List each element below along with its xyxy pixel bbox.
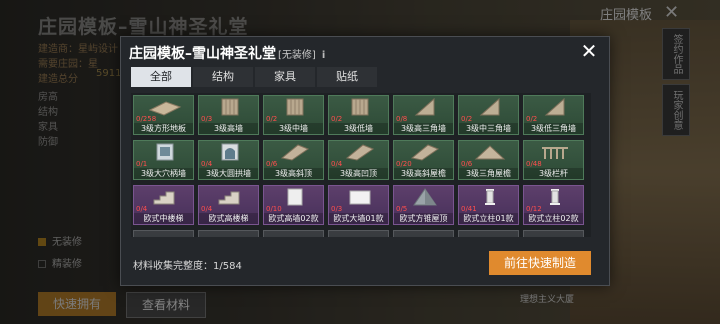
modal-title-tag: [无装修]	[278, 50, 316, 61]
material-item[interactable]: 0/258 3级方形地板	[133, 95, 194, 135]
material-name: 欧式大墙01款	[329, 213, 388, 224]
material-item[interactable]	[263, 230, 324, 237]
material-name: 3级三角屋檐	[459, 168, 518, 179]
material-name: 3级大圆拱墙	[199, 168, 258, 179]
material-count: 0/41	[461, 205, 477, 213]
material-item[interactable]: 0/3 欧式大墙01款	[328, 185, 389, 225]
material-count: 0/6	[266, 160, 278, 168]
material-name: 3级高三角墙	[394, 123, 453, 134]
material-name: 欧式方锥屋顶	[394, 213, 453, 224]
material-count: 0/4	[331, 160, 343, 168]
material-name: 欧式立柱01款	[459, 213, 518, 224]
material-item[interactable]	[458, 230, 519, 237]
material-name: 3级栏杆	[524, 168, 583, 179]
material-name: 3级高斜顶	[264, 168, 323, 179]
material-name: 欧式高楼梯	[199, 213, 258, 224]
materials-modal: 庄园模板–雪山神圣礼堂 [无装修] i ✕ 全部 结构 家具 贴纸 0/258 3级方…	[120, 36, 610, 286]
material-count: 0/3	[201, 115, 213, 123]
material-item[interactable]	[328, 230, 389, 237]
material-count: 0/2	[526, 115, 538, 123]
material-item[interactable]: 0/1 3级大穴柄墙	[133, 140, 194, 180]
material-item[interactable]	[198, 230, 259, 237]
material-item[interactable]: 0/6 3级三角屋檐	[458, 140, 519, 180]
material-name: 欧式立柱02款	[524, 213, 583, 224]
material-count: 0/258	[136, 115, 157, 123]
material-item[interactable]: 0/10 欧式高墙02款	[263, 185, 324, 225]
material-item[interactable]: 0/20 3级高斜屋檐	[393, 140, 454, 180]
material-count: 0/4	[201, 205, 213, 213]
material-count: 0/20	[396, 160, 412, 168]
materials-grid: 0/258 3级方形地板 0/3 3级高墙 0/2 3级中墙 0/2 3级低墙 0/8 3级高三角…	[133, 95, 584, 237]
material-count: 0/8	[396, 115, 408, 123]
material-name: 3级高墙	[199, 123, 258, 134]
modal-title: 庄园模板–雪山神圣礼堂 [无装修] i	[129, 43, 325, 63]
material-count: 0/3	[331, 205, 343, 213]
tab-structure[interactable]: 结构	[193, 67, 253, 87]
go-quick-craft-button[interactable]: 前往快速制造	[489, 251, 591, 275]
material-item[interactable]	[523, 230, 584, 237]
close-icon[interactable]: ✕	[577, 39, 601, 63]
tab-furniture[interactable]: 家具	[255, 67, 315, 87]
material-count: 0/4	[136, 205, 148, 213]
completeness-label: 材料收集完整度：	[133, 261, 213, 272]
material-item[interactable]: 0/12 欧式立柱02款	[523, 185, 584, 225]
material-item[interactable]: 0/5 欧式方锥屋顶	[393, 185, 454, 225]
tab-all[interactable]: 全部	[131, 67, 191, 87]
material-count: 0/2	[461, 115, 473, 123]
material-name: 3级方形地板	[134, 123, 193, 134]
material-name: 3级高斜屋檐	[394, 168, 453, 179]
material-name: 3级大穴柄墙	[134, 168, 193, 179]
material-name: 3级中墙	[264, 123, 323, 134]
material-count: 0/2	[266, 115, 278, 123]
material-count: 0/6	[461, 160, 473, 168]
material-item[interactable]: 0/2 3级低墙	[328, 95, 389, 135]
material-item[interactable]: 0/6 3级高斜顶	[263, 140, 324, 180]
material-name: 欧式中楼梯	[134, 213, 193, 224]
material-count: 0/48	[526, 160, 542, 168]
material-name: 3级中三角墙	[459, 123, 518, 134]
material-item[interactable]: 0/4 3级高凹顶	[328, 140, 389, 180]
modal-title-text: 庄园模板–雪山神圣礼堂	[129, 46, 276, 62]
materials-grid-viewport[interactable]: 0/258 3级方形地板 0/3 3级高墙 0/2 3级中墙 0/2 3级低墙 0/8 3级高三角…	[131, 93, 591, 237]
material-item[interactable]	[133, 230, 194, 237]
material-name: 3级高凹顶	[329, 168, 388, 179]
material-item[interactable]: 0/2 3级低三角墙	[523, 95, 584, 135]
material-count: 0/12	[526, 205, 542, 213]
material-count: 0/2	[331, 115, 343, 123]
material-item[interactable]: 0/8 3级高三角墙	[393, 95, 454, 135]
material-item[interactable]: 0/4 欧式中楼梯	[133, 185, 194, 225]
material-count: 0/5	[396, 205, 408, 213]
material-name: 3级低三角墙	[524, 123, 583, 134]
material-item[interactable]: 0/48 3级栏杆	[523, 140, 584, 180]
material-count: 0/4	[201, 160, 213, 168]
material-count: 0/10	[266, 205, 282, 213]
collection-completeness: 材料收集完整度：1/584	[133, 257, 242, 272]
info-icon[interactable]: i	[322, 50, 325, 61]
material-name: 3级低墙	[329, 123, 388, 134]
category-tabs: 全部 结构 家具 贴纸	[131, 67, 379, 87]
material-item[interactable]: 0/4 欧式高楼梯	[198, 185, 259, 225]
material-item[interactable]: 0/2 3级中三角墙	[458, 95, 519, 135]
material-count: 0/1	[136, 160, 148, 168]
material-name: 欧式高墙02款	[264, 213, 323, 224]
material-item[interactable]: 0/41 欧式立柱01款	[458, 185, 519, 225]
material-item[interactable]: 0/4 3级大圆拱墙	[198, 140, 259, 180]
tab-stickers[interactable]: 贴纸	[317, 67, 377, 87]
completeness-value: 1/584	[213, 261, 242, 272]
material-item[interactable]	[393, 230, 454, 237]
material-item[interactable]: 0/2 3级中墙	[263, 95, 324, 135]
material-item[interactable]: 0/3 3级高墙	[198, 95, 259, 135]
